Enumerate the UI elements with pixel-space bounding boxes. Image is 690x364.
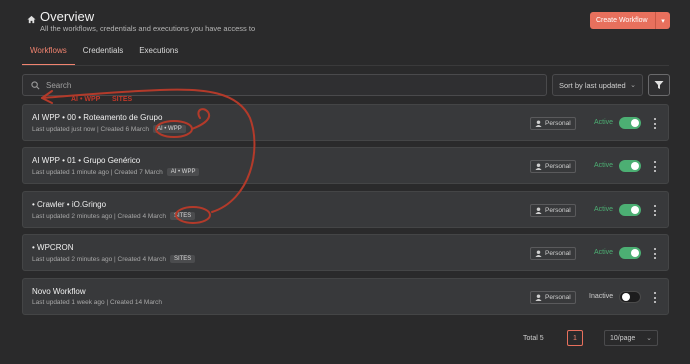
active-toggle[interactable] (619, 291, 641, 303)
annotation-label-sites: SITES (112, 96, 133, 103)
owner-label: Personal (545, 163, 571, 170)
workflow-meta: Last updated 2 minutes ago | Created 4 M… (32, 255, 196, 263)
page-title: Overview (40, 9, 95, 24)
workflow-meta-text: Last updated 2 minutes ago | Created 4 M… (32, 212, 166, 220)
search-input[interactable]: Search (22, 74, 547, 96)
search-icon (31, 80, 40, 89)
workflow-card[interactable]: AI WPP • 00 • Roteamento de Grupo Last u… (22, 104, 669, 141)
toggle-knob (631, 162, 639, 170)
workflow-name[interactable]: • WPCRON (32, 243, 73, 252)
filter-icon (654, 81, 664, 89)
tab-executions[interactable]: Executions (131, 40, 186, 66)
workflow-meta-text: Last updated 1 week ago | Created 14 Mar… (32, 299, 162, 306)
workflow-meta: Last updated just now | Created 6 March … (32, 125, 186, 133)
user-icon (535, 120, 542, 127)
workflow-tag[interactable]: AI • WPP (152, 125, 186, 133)
owner-label: Personal (545, 294, 571, 301)
user-icon (535, 207, 542, 214)
workflow-meta-text: Last updated just now | Created 6 March (32, 125, 149, 133)
owner-badge: Personal (530, 204, 576, 217)
filter-button[interactable] (648, 74, 670, 96)
toggle-knob (631, 119, 639, 127)
workflow-meta-text: Last updated 1 minute ago | Created 7 Ma… (32, 168, 163, 176)
workflow-meta: Last updated 1 minute ago | Created 7 Ma… (32, 168, 200, 176)
active-toggle[interactable] (619, 160, 641, 172)
per-page-label: 10/page (610, 334, 636, 342)
tab-credentials[interactable]: Credentials (75, 40, 131, 66)
chevron-down-icon[interactable]: ▾ (656, 17, 670, 25)
status-label: Active (594, 249, 614, 256)
active-toggle[interactable] (619, 204, 641, 216)
annotation-label-ai-wpp: AI • WPP (71, 96, 101, 103)
workflow-card[interactable]: • Crawler • iO.Gringo Last updated 2 min… (22, 191, 669, 228)
user-icon (535, 163, 542, 170)
search-placeholder: Search (46, 80, 72, 90)
create-workflow-label: Create Workflow (596, 17, 648, 24)
user-icon (535, 294, 542, 301)
more-menu-icon[interactable] (653, 161, 657, 172)
toggle-knob (631, 249, 639, 257)
workflow-name[interactable]: AI WPP • 00 • Roteamento de Grupo (32, 113, 162, 122)
create-workflow-button[interactable]: Create Workflow ▾ (590, 12, 670, 29)
tab-bar: Workflows Credentials Executions (22, 40, 186, 66)
tab-workflows[interactable]: Workflows (22, 40, 75, 66)
workflow-tag[interactable]: AI • WPP (166, 168, 200, 176)
per-page-select[interactable]: 10/page ⌄ (604, 330, 658, 346)
workflow-tag[interactable]: SITES (169, 212, 196, 220)
sort-select[interactable]: Sort by last updated ⌄ (552, 74, 643, 96)
sort-label: Sort by last updated (559, 80, 626, 90)
status-label: Active (594, 206, 614, 213)
workflow-card[interactable]: • WPCRON Last updated 2 minutes ago | Cr… (22, 234, 669, 271)
status-label: Inactive (589, 293, 614, 300)
workflow-name[interactable]: Novo Workflow (32, 287, 86, 296)
status-label: Active (594, 119, 614, 126)
chevron-down-icon: ⌄ (630, 82, 636, 89)
more-menu-icon[interactable] (653, 205, 657, 216)
tab-divider (22, 65, 669, 66)
more-menu-icon[interactable] (653, 248, 657, 259)
active-toggle[interactable] (619, 117, 641, 129)
toggle-knob (631, 206, 639, 214)
owner-badge: Personal (530, 291, 576, 304)
owner-label: Personal (545, 250, 571, 257)
workflow-card[interactable]: Novo Workflow Last updated 1 week ago | … (22, 278, 669, 315)
workflow-card[interactable]: AI WPP • 01 • Grupo Genérico Last update… (22, 147, 669, 184)
owner-badge: Personal (530, 247, 576, 260)
workflow-name[interactable]: • Crawler • iO.Gringo (32, 200, 106, 209)
total-count: Total 5 (523, 335, 544, 342)
owner-badge: Personal (530, 160, 576, 173)
user-icon (535, 250, 542, 257)
status-label: Active (594, 162, 614, 169)
home-icon (27, 15, 36, 24)
chevron-down-icon: ⌄ (646, 335, 652, 342)
workflow-tag[interactable]: SITES (169, 255, 196, 263)
more-menu-icon[interactable] (653, 118, 657, 129)
toggle-knob (622, 293, 630, 301)
page-subtitle: All the workflows, credentials and execu… (40, 24, 256, 33)
workflow-meta-text: Last updated 2 minutes ago | Created 4 M… (32, 255, 166, 263)
page-button[interactable]: 1 (567, 330, 583, 346)
owner-label: Personal (545, 120, 571, 127)
workflow-meta: Last updated 1 week ago | Created 14 Mar… (32, 299, 162, 306)
owner-label: Personal (545, 207, 571, 214)
more-menu-icon[interactable] (653, 292, 657, 303)
workflow-meta: Last updated 2 minutes ago | Created 4 M… (32, 212, 196, 220)
workflow-name[interactable]: AI WPP • 01 • Grupo Genérico (32, 156, 140, 165)
owner-badge: Personal (530, 117, 576, 130)
active-toggle[interactable] (619, 247, 641, 259)
